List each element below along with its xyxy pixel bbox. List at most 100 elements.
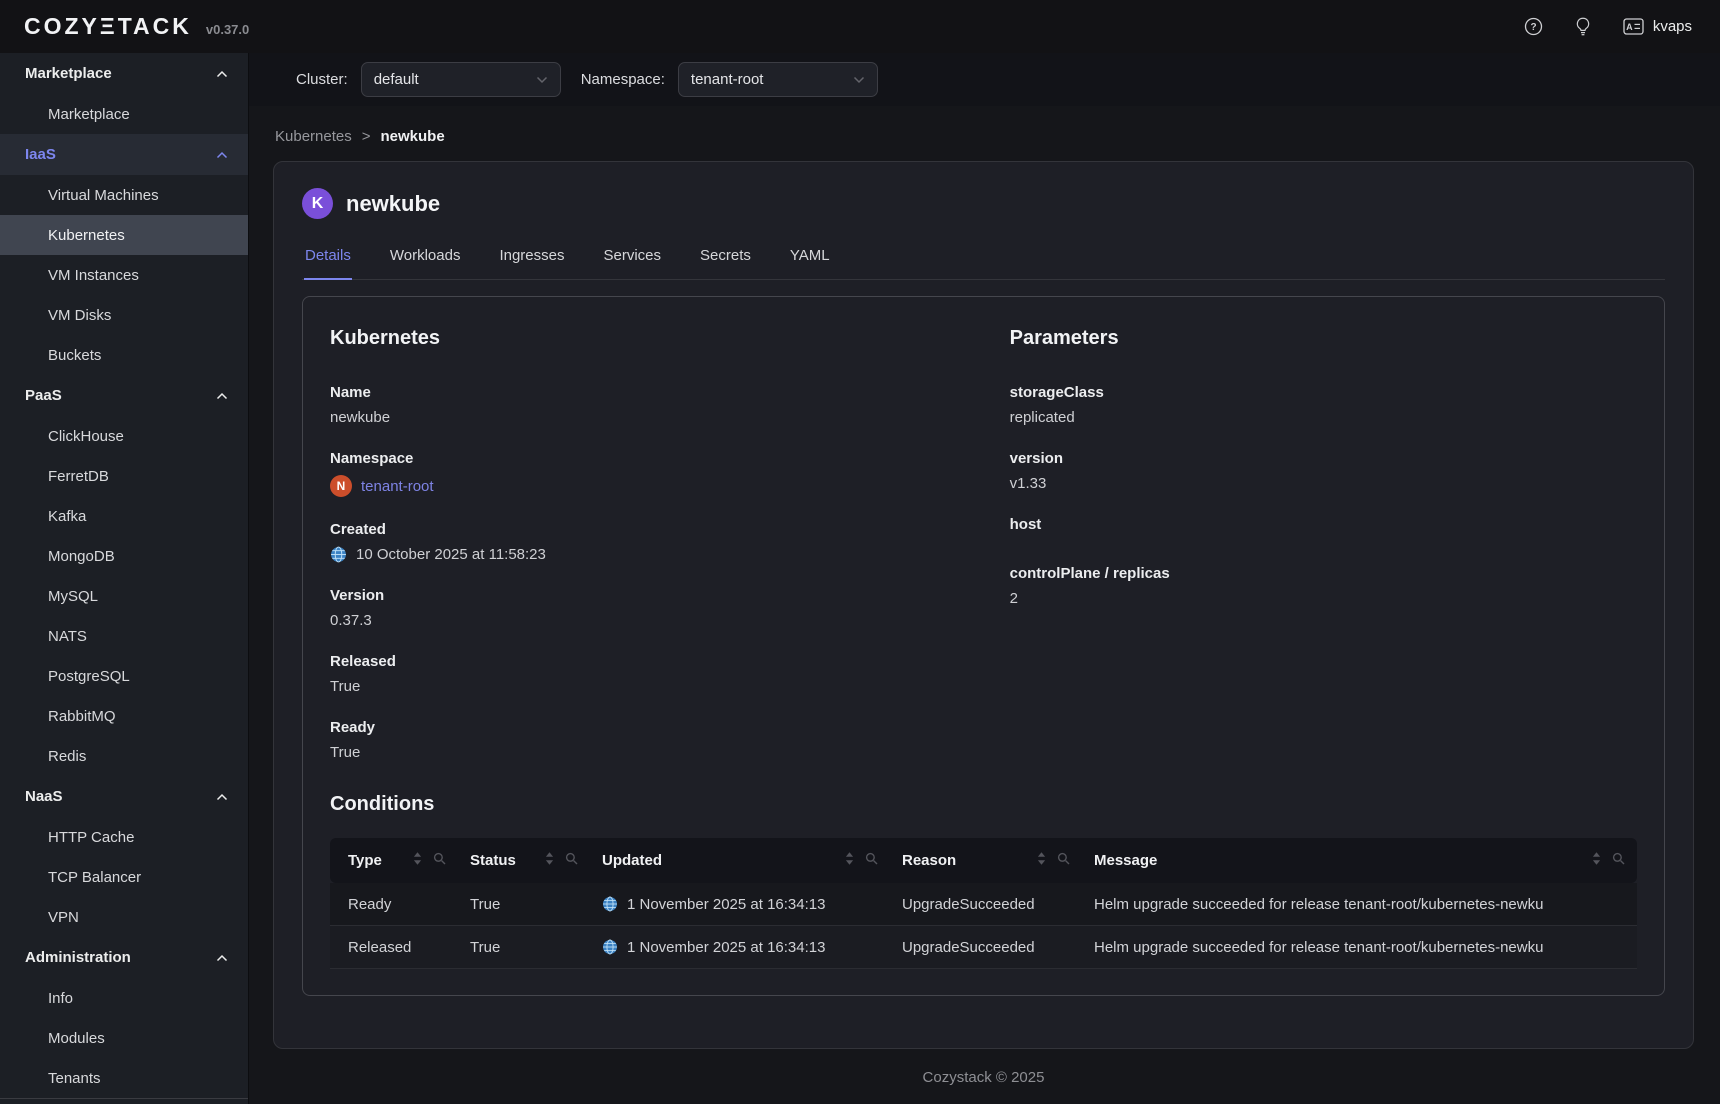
- sidebar-section-marketplace[interactable]: Marketplace: [0, 53, 248, 94]
- field-label: Name: [330, 384, 1010, 401]
- conditions-table: Type Status Updated Reason Message Ready…: [330, 838, 1637, 969]
- theme-toggle-lightbulb-icon[interactable]: [1575, 17, 1591, 36]
- sidebar-item-marketplace[interactable]: Marketplace: [0, 94, 248, 134]
- sort-icon[interactable]: [845, 852, 854, 869]
- sidebar-item-redis[interactable]: Redis: [0, 736, 248, 776]
- sidebar-item-modules[interactable]: Modules: [0, 1018, 248, 1058]
- cluster-select[interactable]: default: [361, 62, 561, 97]
- tab-bar: Details Workloads Ingresses Services Sec…: [302, 243, 1665, 280]
- sidebar-item-mysql[interactable]: MySQL: [0, 576, 248, 616]
- field-label: Namespace: [330, 450, 1010, 467]
- cell-type: Released: [330, 926, 458, 969]
- sidebar-item-virtual-machines[interactable]: Virtual Machines: [0, 175, 248, 215]
- column-search-icon[interactable]: [865, 852, 878, 869]
- field-value: True: [330, 744, 1010, 761]
- cell-reason: UpgradeSucceeded: [890, 926, 1082, 969]
- cell-updated: 1 November 2025 at 16:34:13: [590, 926, 890, 969]
- sidebar-item-vm-disks[interactable]: VM Disks: [0, 295, 248, 335]
- cluster-label: Cluster:: [296, 71, 348, 88]
- help-icon[interactable]: ?: [1524, 17, 1543, 36]
- namespace-select[interactable]: tenant-root: [678, 62, 878, 97]
- col-header-type[interactable]: Type: [330, 838, 458, 883]
- sidebar-item-vm-instances[interactable]: VM Instances: [0, 255, 248, 295]
- sidebar-item-info[interactable]: Info: [0, 978, 248, 1018]
- sidebar-item-tcp-balancer[interactable]: TCP Balancer: [0, 857, 248, 897]
- sidebar: Marketplace Marketplace IaaS Virtual Mac…: [0, 53, 249, 1104]
- sidebar-section-naas[interactable]: NaaS: [0, 776, 248, 817]
- condition-row-ready[interactable]: Ready True 1 November 2025 at 16:34:13 U…: [330, 883, 1637, 926]
- breadcrumb-kubernetes-link[interactable]: Kubernetes: [275, 128, 352, 145]
- svg-text:?: ?: [1530, 22, 1536, 33]
- sidebar-item-http-cache[interactable]: HTTP Cache: [0, 817, 248, 857]
- namespace-select-value: tenant-root: [691, 71, 764, 88]
- column-label: Type: [348, 852, 382, 869]
- sidebar-item-buckets[interactable]: Buckets: [0, 335, 248, 375]
- topbar: COZYΞTACK v0.37.0 ? A kvaps: [0, 0, 1720, 53]
- section-label: Marketplace: [25, 65, 112, 82]
- sidebar-item-rabbitmq[interactable]: RabbitMQ: [0, 696, 248, 736]
- field-label: Version: [330, 587, 1010, 604]
- tab-ingresses[interactable]: Ingresses: [498, 243, 565, 279]
- field-host: host: [1010, 516, 1637, 541]
- conditions-title: Conditions: [330, 793, 1637, 816]
- sidebar-section-administration[interactable]: Administration: [0, 937, 248, 978]
- field-value: 2: [1010, 590, 1637, 607]
- sidebar-item-nats[interactable]: NATS: [0, 616, 248, 656]
- field-storageclass: storageClass replicated: [1010, 384, 1637, 426]
- condition-row-released[interactable]: Released True 1 November 2025 at 16:34:1…: [330, 926, 1637, 969]
- field-label: Released: [330, 653, 1010, 670]
- details-columns: Kubernetes Name newkube Namespace N tena…: [330, 327, 1637, 785]
- chevron-down-icon: [536, 76, 548, 84]
- field-label: Ready: [330, 719, 1010, 736]
- globe-icon: [330, 546, 347, 563]
- tab-details[interactable]: Details: [304, 243, 352, 280]
- sidebar-item-vpn[interactable]: VPN: [0, 897, 248, 937]
- created-date: 10 October 2025 at 11:58:23: [356, 546, 546, 563]
- column-label: Status: [470, 852, 516, 869]
- app-root: COZYΞTACK v0.37.0 ? A kvaps Marketplace …: [0, 0, 1720, 1104]
- footer-text: Cozystack © 2025: [273, 1069, 1694, 1086]
- col-header-updated[interactable]: Updated: [590, 838, 890, 883]
- col-header-status[interactable]: Status: [458, 838, 590, 883]
- cell-status: True: [458, 926, 590, 969]
- sidebar-item-clickhouse[interactable]: ClickHouse: [0, 416, 248, 456]
- section-title-kubernetes: Kubernetes: [330, 327, 1010, 350]
- field-value: 10 October 2025 at 11:58:23: [330, 546, 1010, 563]
- sort-icon[interactable]: [1037, 852, 1046, 869]
- sidebar-item-kafka[interactable]: Kafka: [0, 496, 248, 536]
- sort-icon[interactable]: [545, 852, 554, 869]
- card-header: K newkube: [302, 188, 1665, 219]
- user-menu[interactable]: A kvaps: [1623, 18, 1692, 35]
- column-search-icon[interactable]: [1057, 852, 1070, 869]
- tab-secrets[interactable]: Secrets: [699, 243, 752, 279]
- sidebar-section-iaas[interactable]: IaaS: [0, 134, 248, 175]
- sidebar-section-paas[interactable]: PaaS: [0, 375, 248, 416]
- sidebar-item-ferretdb[interactable]: FerretDB: [0, 456, 248, 496]
- user-badge-icon: A: [1623, 18, 1644, 35]
- column-search-icon[interactable]: [1612, 852, 1625, 869]
- sidebar-item-postgresql[interactable]: PostgreSQL: [0, 656, 248, 696]
- col-header-reason[interactable]: Reason: [890, 838, 1082, 883]
- cell-type: Ready: [330, 883, 458, 926]
- section-label: PaaS: [25, 387, 62, 404]
- field-label: Created: [330, 521, 1010, 538]
- sidebar-item-kubernetes[interactable]: Kubernetes: [0, 215, 248, 255]
- section-title-parameters: Parameters: [1010, 327, 1637, 350]
- tab-workloads[interactable]: Workloads: [389, 243, 462, 279]
- column-search-icon[interactable]: [433, 852, 446, 869]
- namespace-link[interactable]: tenant-root: [361, 478, 434, 495]
- sort-icon[interactable]: [413, 852, 422, 869]
- sidebar-item-mongodb[interactable]: MongoDB: [0, 536, 248, 576]
- sort-icon[interactable]: [1592, 852, 1601, 869]
- column-label: Reason: [902, 852, 956, 869]
- tab-services[interactable]: Services: [603, 243, 663, 279]
- cell-status: True: [458, 883, 590, 926]
- tab-yaml[interactable]: YAML: [789, 243, 831, 279]
- username: kvaps: [1653, 18, 1692, 35]
- breadcrumb-separator: >: [362, 128, 371, 145]
- field-version: Version 0.37.3: [330, 587, 1010, 629]
- column-search-icon[interactable]: [565, 852, 578, 869]
- sidebar-item-tenants[interactable]: Tenants: [0, 1058, 248, 1098]
- col-header-message[interactable]: Message: [1082, 838, 1637, 883]
- cluster-select-value: default: [374, 71, 419, 88]
